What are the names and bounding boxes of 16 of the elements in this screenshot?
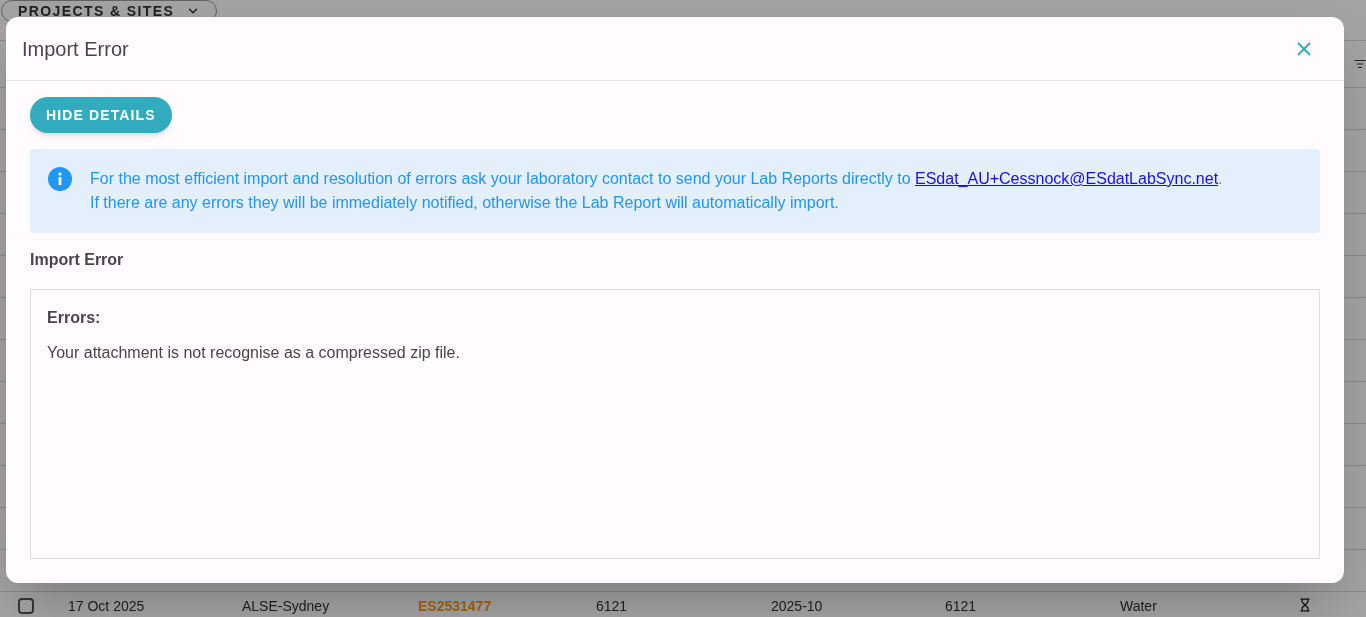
table-cell: ALSE-Sydney [242,598,330,614]
info-icon [48,167,72,191]
table-cell: 6121 [596,598,628,614]
errors-label: Errors: [47,308,101,328]
error-message: Your attachment is not recognise as a compressed zip file. [47,343,460,363]
filter-icon[interactable] [1354,58,1366,70]
table-cell: 2025-10 [771,598,823,614]
hourglass-icon [1298,598,1312,612]
info-text: For the most efficient import and resolution of errors ask your laboratory contact to send your Lab Reports directly to ESdat_AU+Cessnock@ESdatLabSync.net. [90,169,1223,189]
section-heading: Import Error [30,250,125,270]
row-checkbox[interactable] [18,598,34,614]
table-cell: 6121 [945,598,977,614]
table-cell: 17 Oct 2025 [68,598,145,614]
dialog-title: Import Error [22,36,129,62]
table-cell: Water [1120,598,1157,614]
info-text: If there are any errors they will be immediately notified, otherwise the Lab Report will automatically import. [90,193,840,213]
